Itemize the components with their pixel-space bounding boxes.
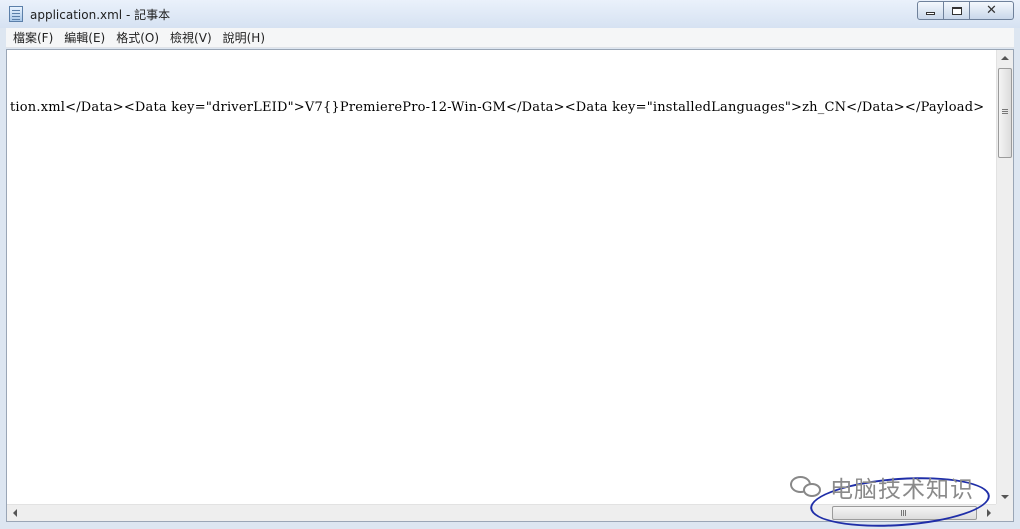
maximize-icon bbox=[951, 6, 962, 15]
window-controls: ✕ bbox=[917, 1, 1014, 20]
menu-bar: 檔案(F) 編輯(E) 格式(O) 檢視(V) 說明(H) bbox=[6, 28, 1014, 48]
watermark: 电脑技术知识 bbox=[790, 470, 974, 504]
menu-format[interactable]: 格式(O) bbox=[111, 29, 164, 47]
wechat-bubble-small bbox=[803, 483, 821, 497]
window-title: application.xml - 記事本 bbox=[30, 8, 171, 22]
scroll-down-icon[interactable] bbox=[1001, 495, 1009, 499]
title-bar[interactable]: application.xml - 記事本 ✕ bbox=[0, 0, 1020, 28]
menu-file[interactable]: 檔案(F) bbox=[8, 29, 58, 47]
close-icon: ✕ bbox=[986, 3, 997, 18]
wechat-icon bbox=[790, 474, 824, 500]
text-line: tion.xml</Data><Data key="driverLEID">V7… bbox=[10, 100, 985, 115]
scroll-up-icon[interactable] bbox=[1001, 56, 1009, 60]
watermark-text: 电脑技术知识 bbox=[830, 477, 974, 503]
maximize-button[interactable] bbox=[944, 1, 970, 20]
minimize-button[interactable] bbox=[917, 1, 944, 20]
notepad-icon bbox=[9, 6, 23, 22]
text-editor[interactable]: tion.xml</Data><Data key="driverLEID">V7… bbox=[6, 49, 1014, 522]
size-grip[interactable] bbox=[996, 504, 1013, 521]
scroll-right-icon[interactable] bbox=[987, 509, 991, 517]
notepad-window: application.xml - 記事本 ✕ 檔案(F) 編輯(E) 格式(O… bbox=[0, 0, 1020, 529]
menu-edit[interactable]: 編輯(E) bbox=[59, 29, 110, 47]
close-button[interactable]: ✕ bbox=[970, 1, 1014, 20]
vertical-scroll-thumb[interactable] bbox=[998, 68, 1012, 158]
grip-icon bbox=[1002, 109, 1008, 110]
minimize-icon bbox=[926, 12, 935, 15]
text-area[interactable]: tion.xml</Data><Data key="driverLEID">V7… bbox=[7, 50, 997, 505]
scroll-left-icon[interactable] bbox=[13, 509, 17, 517]
vertical-scrollbar[interactable] bbox=[996, 50, 1013, 505]
menu-help[interactable]: 說明(H) bbox=[218, 29, 270, 47]
menu-view[interactable]: 檢視(V) bbox=[165, 29, 217, 47]
